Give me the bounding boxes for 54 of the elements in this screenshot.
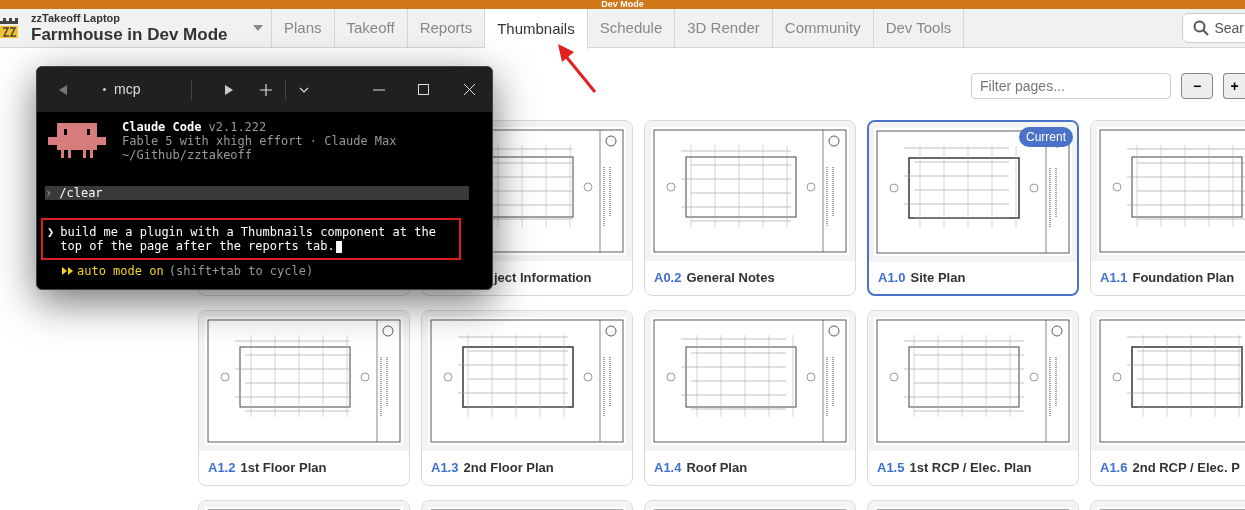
sheet-title: Roof Plan xyxy=(686,459,748,478)
banner-title: Dev Mode xyxy=(601,0,644,9)
sheet-title: 2nd RCP / Elec. P xyxy=(1132,459,1240,478)
sheet-title: 2nd Floor Plan xyxy=(463,459,554,478)
sheet-title: 1st Floor Plan xyxy=(240,459,327,478)
sheet-number: A1.6 xyxy=(1100,459,1128,478)
zoom-out-button[interactable]: − xyxy=(1181,73,1213,99)
sheet-number: A1.5 xyxy=(877,459,905,478)
sheet-title: General Notes xyxy=(686,269,775,288)
chevron-down-icon[interactable] xyxy=(299,86,309,93)
sheet-title: Site Plan xyxy=(910,269,966,288)
sheet-title: Foundation Plan xyxy=(1132,269,1235,288)
history-entry: › /clear xyxy=(45,186,469,200)
app-version: v2.1.222 xyxy=(208,120,267,134)
page-card[interactable]: A1.1 Foundation Plan xyxy=(1090,120,1245,296)
zoom-in-button[interactable]: + xyxy=(1223,73,1245,99)
sheet-number: A1.4 xyxy=(654,459,682,478)
app-name: Claude Code xyxy=(122,120,202,134)
mode-status: auto mode on xyxy=(62,264,164,278)
pixel-mascot-icon xyxy=(48,123,106,158)
project-selector[interactable]: zzTakeoff Laptop Farmhouse in Dev Mode xyxy=(22,9,272,47)
close-icon[interactable] xyxy=(464,84,475,95)
sheet-number: A1.2 xyxy=(208,459,236,478)
maximize-icon[interactable] xyxy=(418,84,429,95)
page-card[interactable]: A1.5 1st RCP / Elec. Plan xyxy=(867,310,1079,486)
page-card[interactable]: A1.3 2nd Floor Plan xyxy=(421,310,633,486)
sheet-number: A1.0 xyxy=(878,269,906,288)
page-card[interactable]: A1.0 Site Plan Current xyxy=(867,120,1079,296)
sheet-number: A1.1 xyxy=(1100,269,1128,288)
dropdown-caret-icon xyxy=(253,25,263,31)
forward-arrow-icon[interactable] xyxy=(225,84,233,95)
page-card[interactable]: A1.4 Roof Plan xyxy=(644,310,856,486)
nav-tab[interactable]: Thumbnails xyxy=(485,9,588,49)
mode-hint: (shift+tab to cycle) xyxy=(168,264,314,278)
current-badge: Current xyxy=(1019,127,1073,147)
page-card[interactable]: A1.2 1st Floor Plan xyxy=(198,310,410,486)
working-directory: ~/Github/zztakeoff xyxy=(122,148,254,162)
double-play-icon xyxy=(62,267,73,275)
page-card[interactable]: A1.6 2nd RCP / Elec. P xyxy=(1090,310,1245,486)
model-line: Fable 5 with xhigh effort · Claude Max xyxy=(122,134,397,148)
logo-icon xyxy=(0,17,18,39)
sheet-title: 1st RCP / Elec. Plan xyxy=(909,459,1032,478)
search-icon xyxy=(1193,20,1210,36)
new-tab-icon[interactable] xyxy=(260,83,272,96)
filter-field[interactable]: Filter pages... xyxy=(971,73,1171,99)
sheet-number: A1.3 xyxy=(431,459,459,478)
prompt-input[interactable]: ❯ build me a plugin with a Thumbnails component at the top of the page after the reports tab. xyxy=(41,218,461,260)
terminal-tab[interactable]: mcp xyxy=(103,79,183,100)
minimize-icon[interactable] xyxy=(373,88,385,91)
sheet-title: ject Information xyxy=(494,269,592,288)
search-button[interactable]: Sear xyxy=(1182,13,1245,43)
back-arrow-icon[interactable] xyxy=(59,84,67,95)
page-card[interactable]: A0.2 General Notes xyxy=(644,120,856,296)
sheet-number: A0.2 xyxy=(654,269,682,288)
